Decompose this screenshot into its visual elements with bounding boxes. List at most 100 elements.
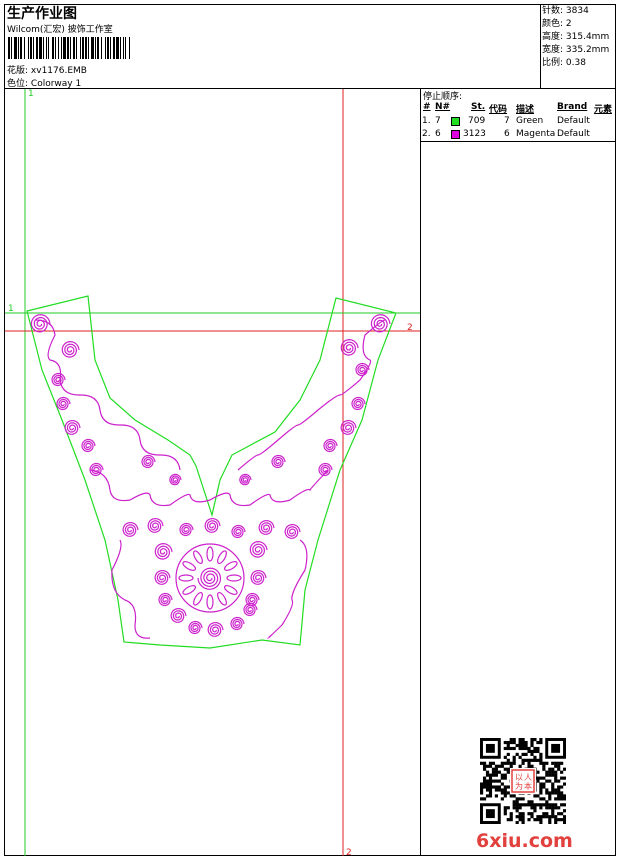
- qr-module: [554, 776, 558, 780]
- qr-module: [545, 770, 549, 774]
- qr-module: [554, 779, 558, 783]
- qr-module: [548, 767, 552, 771]
- qr-finder-core: [485, 743, 495, 753]
- qr-module: [518, 812, 522, 816]
- qr-module: [551, 791, 555, 795]
- qr-module: [506, 806, 510, 810]
- qr-module: [488, 779, 493, 783]
- qr-module: [488, 785, 493, 789]
- qr-module: [545, 773, 549, 777]
- qr-module: [551, 806, 555, 810]
- qr-module: [521, 818, 525, 822]
- qr-module: [530, 815, 534, 819]
- qr-module: [536, 815, 540, 819]
- medallion-petal: [206, 594, 214, 610]
- qr-module: [563, 797, 566, 801]
- embroidery-spiral: [56, 396, 71, 411]
- medallion-petal: [193, 591, 203, 606]
- qr-module: [557, 785, 561, 789]
- qr-module: [548, 815, 552, 819]
- embroidery-spiral: [51, 372, 66, 387]
- qr-module: [563, 803, 566, 807]
- medallion-petal: [182, 561, 197, 571]
- qr-module: [488, 773, 493, 777]
- qr-module: [527, 764, 531, 768]
- qr-module: [494, 773, 498, 777]
- medallion-petal: [178, 574, 194, 582]
- embroidery-spiral: [154, 542, 173, 560]
- qr-module: [518, 818, 522, 822]
- qr-module: [551, 803, 555, 807]
- qr-module: [521, 803, 525, 807]
- qr-module: [527, 761, 531, 765]
- qr-module: [503, 776, 507, 780]
- qr-module: [533, 809, 537, 813]
- qr-module: [521, 752, 525, 756]
- embroidery-scroll: [89, 469, 329, 507]
- qr-module: [512, 761, 516, 765]
- qr-module: [533, 806, 537, 810]
- qr-module: [554, 773, 558, 777]
- qr-module: [503, 809, 507, 813]
- qr-module: [545, 761, 549, 765]
- medallion-petal: [223, 585, 238, 595]
- qr-module: [521, 758, 525, 762]
- qr-stamp-char: 人: [524, 773, 532, 782]
- qr-module: [518, 743, 522, 748]
- qr-module: [515, 815, 519, 819]
- qr-module: [494, 788, 498, 792]
- qr-module: [539, 755, 543, 759]
- qr-module: [545, 806, 549, 810]
- qr-module: [515, 803, 519, 807]
- qr-module: [500, 782, 504, 786]
- qr-module: [497, 770, 501, 774]
- qr-module: [500, 791, 504, 795]
- qr-module: [518, 797, 522, 801]
- qr-module: [545, 815, 549, 819]
- qr-module: [527, 758, 531, 762]
- qr-module: [485, 770, 490, 774]
- qr-module: [533, 818, 537, 822]
- qr-module: [557, 812, 561, 816]
- qr-module: [491, 761, 496, 765]
- embroidery-spiral: [243, 602, 258, 617]
- qr-module: [557, 788, 561, 792]
- qr-module: [503, 761, 507, 765]
- qr-module: [491, 767, 496, 771]
- qr-module: [503, 773, 507, 777]
- qr-module: [503, 767, 507, 771]
- qr-module: [491, 773, 496, 777]
- qr-stamp-bg: [510, 768, 536, 794]
- qr-module: [506, 761, 510, 765]
- qr-module: [551, 788, 555, 792]
- qr-module: [521, 746, 525, 751]
- qr-module: [539, 761, 543, 765]
- qr-module: [480, 782, 484, 786]
- qr-module: [542, 761, 546, 765]
- qr-module: [512, 800, 516, 804]
- embroidery-spiral: [188, 620, 203, 635]
- qr-module: [554, 815, 558, 819]
- qr-module: [488, 791, 493, 795]
- qr-module: [521, 740, 525, 745]
- medallion-petal: [193, 550, 203, 565]
- qr-module: [488, 776, 493, 780]
- qr-module: [509, 812, 513, 816]
- qr-module: [545, 791, 549, 795]
- qr-module: [485, 794, 490, 798]
- qr-stamp-char: 以: [515, 773, 523, 782]
- qr-module: [515, 797, 519, 801]
- qr-module: [509, 818, 513, 822]
- qr-module: [503, 788, 507, 792]
- qr-module: [482, 785, 487, 789]
- embroidery-spiral: [340, 419, 357, 435]
- qr-module: [563, 809, 566, 813]
- medallion-spiral: [197, 567, 222, 590]
- qr-module: [503, 806, 507, 810]
- qr-module: [563, 818, 566, 822]
- qr-module: [554, 797, 558, 801]
- embroidery-spiral: [61, 340, 80, 358]
- qr-module: [518, 746, 522, 751]
- qr-module: [491, 770, 496, 774]
- qr-module: [539, 791, 543, 795]
